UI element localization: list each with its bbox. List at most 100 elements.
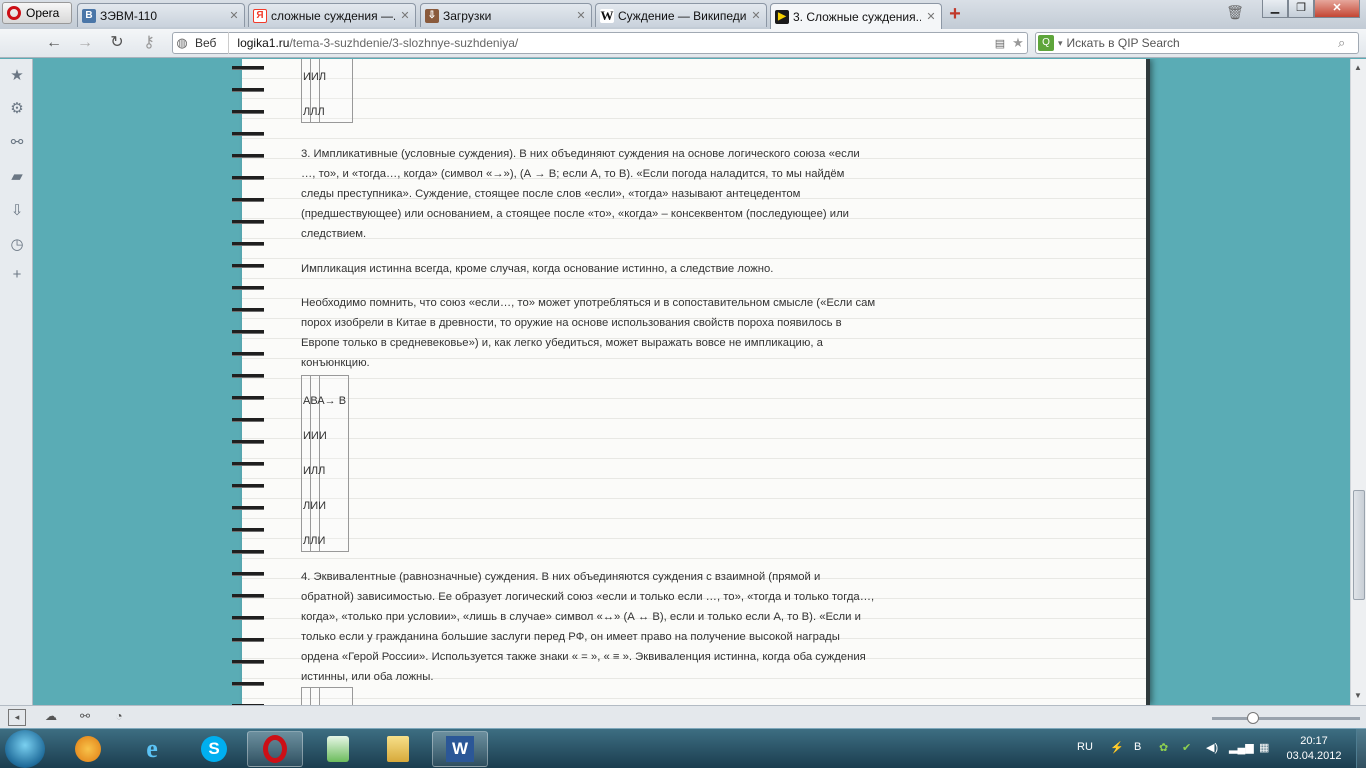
bookmarks-star-icon[interactable]: ★ xyxy=(7,66,27,86)
clock-date: 03.04.2012 xyxy=(1286,750,1342,762)
forward-arrow-icon[interactable]: → xyxy=(74,33,96,53)
unite-icon[interactable]: ⚯ xyxy=(76,709,94,726)
tab-close-icon[interactable]: ✕ xyxy=(925,10,937,23)
url-text[interactable]: logika1.ru/tema-3-suzhdenie/3-slozhnye-s… xyxy=(229,36,991,50)
spiral-binding xyxy=(232,59,264,705)
opera-side-panel: ★ ⚙ ⚯ ▰ ⇩ ◷ + xyxy=(0,59,33,705)
table-row: ИЛЛ xyxy=(303,465,326,477)
tab-active-page[interactable]: ▶ 3. Сложные суждения... ✕ xyxy=(770,3,942,29)
search-box[interactable]: Q ▾ Искать в QIP Search ⌕ xyxy=(1035,32,1359,54)
table-row: ЛЛИ xyxy=(303,535,326,547)
maximize-button[interactable]: ❐ xyxy=(1288,0,1314,18)
back-arrow-icon[interactable]: ← xyxy=(43,33,65,53)
truth-table-equivalence xyxy=(301,687,353,705)
add-panel-icon[interactable]: + xyxy=(7,265,27,285)
widgets-gear-icon[interactable]: ⚙ xyxy=(7,99,27,119)
tab-downloads[interactable]: ⇩ Загрузки ✕ xyxy=(420,3,592,27)
minimize-button[interactable]: ▁ xyxy=(1262,0,1288,18)
notes-icon[interactable]: ▰ xyxy=(7,167,27,187)
address-bar[interactable]: ◍ Веб logika1.ru/tema-3-suzhdenie/3-sloz… xyxy=(172,32,1028,54)
network-signal-icon[interactable]: ▂▄▆ xyxy=(1229,741,1254,754)
clock[interactable]: 20:17 03.04.2012 xyxy=(1284,734,1344,764)
windows-taskbar: e S W RU ⚡ В ✿ ✔ ◀) ▂▄▆ ▦ 20:17 03.04.20… xyxy=(0,728,1366,768)
update-check-icon[interactable]: ✔ xyxy=(1182,741,1191,754)
show-desktop-button[interactable] xyxy=(1356,729,1366,768)
yandex-icon: Я xyxy=(253,8,267,23)
unite-icon[interactable]: ⚯ xyxy=(7,133,27,153)
tab-close-icon[interactable]: ✕ xyxy=(750,9,762,22)
tab-vk[interactable]: В ЗЭВМ-110 ✕ xyxy=(77,3,245,27)
history-clock-icon[interactable]: ◷ xyxy=(7,235,27,255)
qip-tray-icon[interactable]: ✿ xyxy=(1159,741,1168,754)
address-mode-label: Веб xyxy=(191,32,230,54)
tab-close-icon[interactable]: ✕ xyxy=(228,9,240,22)
tab-label: 3. Сложные суждения... xyxy=(793,9,921,24)
tab-close-icon[interactable]: ✕ xyxy=(575,9,587,22)
folder-icon[interactable] xyxy=(370,731,426,767)
opera-menu-button[interactable]: Opera xyxy=(2,2,72,24)
web-page-viewport: ИИЛ ЛЛЛ 3. Импликативные (условные сужде… xyxy=(33,59,1350,705)
key-icon[interactable]: ⚷ xyxy=(138,33,160,53)
opera-logo-icon xyxy=(7,6,21,20)
site-icon: ▶ xyxy=(775,9,789,24)
article-text-3: Необходимо помнить, что союз «если…, то»… xyxy=(301,293,876,373)
transfers-icon[interactable]: ⇩ xyxy=(7,201,27,221)
article-text-4: 4. Эквивалентные (равнозначные) суждения… xyxy=(301,567,876,687)
tab-label: Загрузки xyxy=(443,8,492,23)
tab-label: Суждение — Википедия xyxy=(618,8,746,23)
article-text-1: 3. Импликативные (условные суждения). В … xyxy=(301,144,876,244)
internet-explorer-icon[interactable]: e xyxy=(124,731,180,767)
show-hidden-icons-icon[interactable]: ▦ xyxy=(1259,741,1269,754)
word-taskbar-icon[interactable]: W xyxy=(432,731,488,767)
globe-icon: ◍ xyxy=(176,35,188,50)
search-placeholder[interactable]: Искать в QIP Search xyxy=(1067,36,1334,50)
scroll-down-arrow-icon[interactable]: ▼ xyxy=(1354,691,1362,700)
panel-toggle-icon[interactable]: ◂ xyxy=(8,709,26,726)
opera-taskbar-icon[interactable] xyxy=(247,731,303,767)
rss-icon[interactable]: ▤ xyxy=(991,37,1009,50)
opera-menu-label: Opera xyxy=(26,6,60,20)
reload-icon[interactable]: ↻ xyxy=(106,33,128,53)
scrollbar-thumb[interactable] xyxy=(1353,490,1365,600)
vk-icon: В xyxy=(82,8,96,23)
skype-icon[interactable]: S xyxy=(186,731,242,767)
volume-icon[interactable]: ◀) xyxy=(1206,741,1218,754)
new-tab-button[interactable]: + xyxy=(944,3,966,25)
downloads-icon: ⇩ xyxy=(425,8,439,23)
tab-close-icon[interactable]: ✕ xyxy=(399,9,411,22)
trash-icon[interactable]: 🗑 xyxy=(1226,4,1244,22)
url-domain: logika1.ru xyxy=(237,36,290,50)
tab-yandex[interactable]: Я сложные суждения —... ✕ xyxy=(248,3,416,27)
tab-label: сложные суждения —... xyxy=(271,8,395,23)
status-bar: ◂ ☁ ⚯ ◔ xyxy=(0,705,1366,728)
zoom-slider-knob[interactable] xyxy=(1247,712,1259,724)
url-path: /tema-3-suzhdenie/3-slozhnye-suzhdeniya/ xyxy=(289,36,519,50)
tab-bar: Opera В ЗЭВМ-110 ✕ Я сложные суждения —.… xyxy=(0,0,1366,29)
table-row: ИИЛ xyxy=(303,71,327,83)
truth-table-top: ИИЛ ЛЛЛ xyxy=(301,59,353,123)
paragraph-remember: Необходимо помнить, что союз «если…, то»… xyxy=(301,297,876,369)
paragraph-implication: 3. Импликативные (условные суждения). В … xyxy=(301,148,860,240)
qip-search-icon: Q xyxy=(1038,35,1054,51)
bluetooth-icon[interactable]: ⚡ xyxy=(1110,741,1124,754)
tab-wikipedia[interactable]: W Суждение — Википедия ✕ xyxy=(595,3,767,27)
article-text-2: Импликация истинна всегда, кроме случая,… xyxy=(301,259,876,279)
scroll-up-arrow-icon[interactable]: ▲ xyxy=(1354,63,1362,72)
bookmark-star-icon[interactable]: ★ xyxy=(1009,35,1027,51)
tab-label: ЗЭВМ-110 xyxy=(100,8,157,23)
shortcuts-icon[interactable] xyxy=(310,731,366,767)
close-window-button[interactable]: ✕ xyxy=(1314,0,1360,18)
truth-table-implication: АВА→ В ИИИ ИЛЛ ЛИИ ЛЛИ xyxy=(301,375,349,552)
navigation-bar: ← → ↻ ⚷ ◍ Веб logika1.ru/tema-3-suzhdeni… xyxy=(0,29,1366,58)
magnifier-icon[interactable]: ⌕ xyxy=(1338,35,1358,51)
vertical-scrollbar[interactable]: ▲ ▼ xyxy=(1350,59,1366,705)
language-indicator[interactable]: RU xyxy=(1077,741,1093,753)
media-player-icon[interactable] xyxy=(60,731,116,767)
chevron-down-icon[interactable]: ▾ xyxy=(1058,38,1063,49)
cloud-icon[interactable]: ☁ xyxy=(42,709,60,726)
turbo-speedometer-icon[interactable]: ◔ xyxy=(110,709,128,726)
vk-tray-icon[interactable]: В xyxy=(1134,741,1141,753)
zoom-slider-track[interactable] xyxy=(1212,717,1360,720)
table-row: ЛЛЛ xyxy=(303,106,325,118)
start-button[interactable] xyxy=(5,730,45,768)
